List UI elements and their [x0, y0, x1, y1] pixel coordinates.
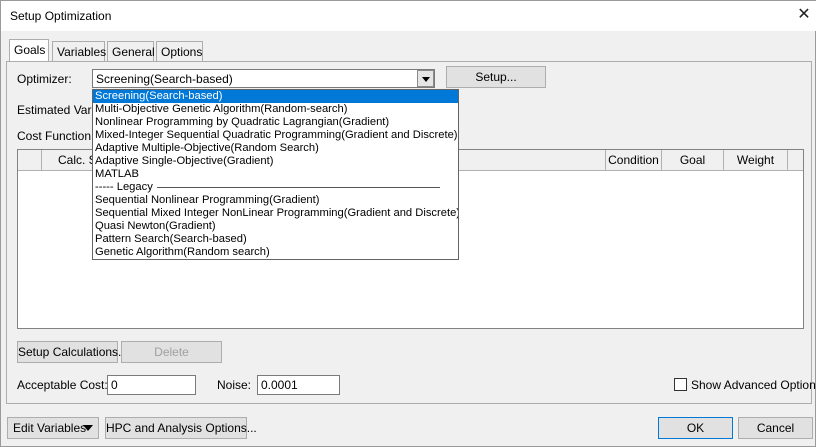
dropdown-option[interactable]: Sequential Nonlinear Programming(Gradien… [93, 194, 458, 207]
edit-variables-button[interactable]: Edit Variables [7, 417, 99, 439]
optimizer-label: Optimizer: [17, 72, 72, 86]
dropdown-option[interactable]: Quasi Newton(Gradient) [93, 220, 458, 233]
setup-calculations-button[interactable]: Setup Calculations... [17, 341, 128, 363]
dropdown-option[interactable]: Nonlinear Programming by Quadratic Lagra… [93, 116, 458, 129]
dropdown-separator-legacy: ----- Legacy [93, 181, 458, 194]
dropdown-option[interactable]: Screening(Search-based) [93, 90, 458, 103]
show-advanced-label[interactable]: Show Advanced Option [691, 378, 816, 392]
cancel-button[interactable]: Cancel [738, 417, 813, 439]
optimizer-select[interactable]: Screening(Search-based) [92, 69, 435, 88]
grid-header-goal[interactable]: Goal [662, 150, 724, 170]
title-bar: Setup Optimization ✕ [1, 1, 816, 31]
setup-button[interactable]: Setup... [446, 66, 546, 88]
optimizer-dropdown-list[interactable]: Screening(Search-based) Multi-Objective G… [92, 89, 459, 260]
delete-button: Delete [121, 341, 222, 363]
cost-function-label: Cost Function: [17, 129, 95, 143]
tab-goals[interactable]: Goals [9, 39, 49, 62]
dropdown-option[interactable]: Mixed-Integer Sequential Quadratic Progr… [93, 129, 458, 142]
acceptable-cost-label: Acceptable Cost: [17, 378, 108, 392]
dropdown-option[interactable]: Adaptive Single-Objective(Gradient) [93, 155, 458, 168]
show-advanced-checkbox[interactable] [674, 378, 687, 391]
dropdown-option[interactable]: Pattern Search(Search-based) [93, 233, 458, 246]
tab-variables[interactable]: Variables [52, 41, 106, 62]
dropdown-separator-label: ----- Legacy [95, 181, 153, 193]
setup-optimization-dialog: Setup Optimization ✕ Goals Variables Gen… [0, 0, 816, 447]
dropdown-option[interactable]: Sequential Mixed Integer NonLinear Progr… [93, 207, 458, 220]
grid-header-condition[interactable]: Condition [606, 150, 662, 170]
grid-header-row-selector [18, 150, 42, 170]
acceptable-cost-input[interactable]: 0 [107, 375, 196, 395]
chevron-down-icon[interactable] [417, 70, 434, 87]
noise-input[interactable]: 0.0001 [257, 375, 340, 395]
dropdown-option[interactable]: Multi-Objective Genetic Algorithm(Random… [93, 103, 458, 116]
dropdown-option[interactable]: MATLAB [93, 168, 458, 181]
separator-rule [156, 187, 440, 188]
window-title: Setup Optimization [10, 9, 112, 23]
caret-down-icon [83, 425, 93, 431]
tab-general[interactable]: General [107, 41, 155, 62]
dropdown-option[interactable]: Adaptive Multiple-Objective(Random Searc… [93, 142, 458, 155]
edit-variables-label: Edit Variables [13, 421, 87, 435]
grid-header-weight[interactable]: Weight [724, 150, 788, 170]
tab-options[interactable]: Options [156, 41, 203, 62]
close-icon[interactable]: ✕ [795, 6, 813, 24]
hpc-analysis-options-button[interactable]: HPC and Analysis Options... [105, 417, 257, 439]
ok-button[interactable]: OK [658, 417, 733, 439]
dropdown-option[interactable]: Genetic Algorithm(Random search) [93, 246, 458, 259]
noise-label: Noise: [217, 378, 252, 392]
